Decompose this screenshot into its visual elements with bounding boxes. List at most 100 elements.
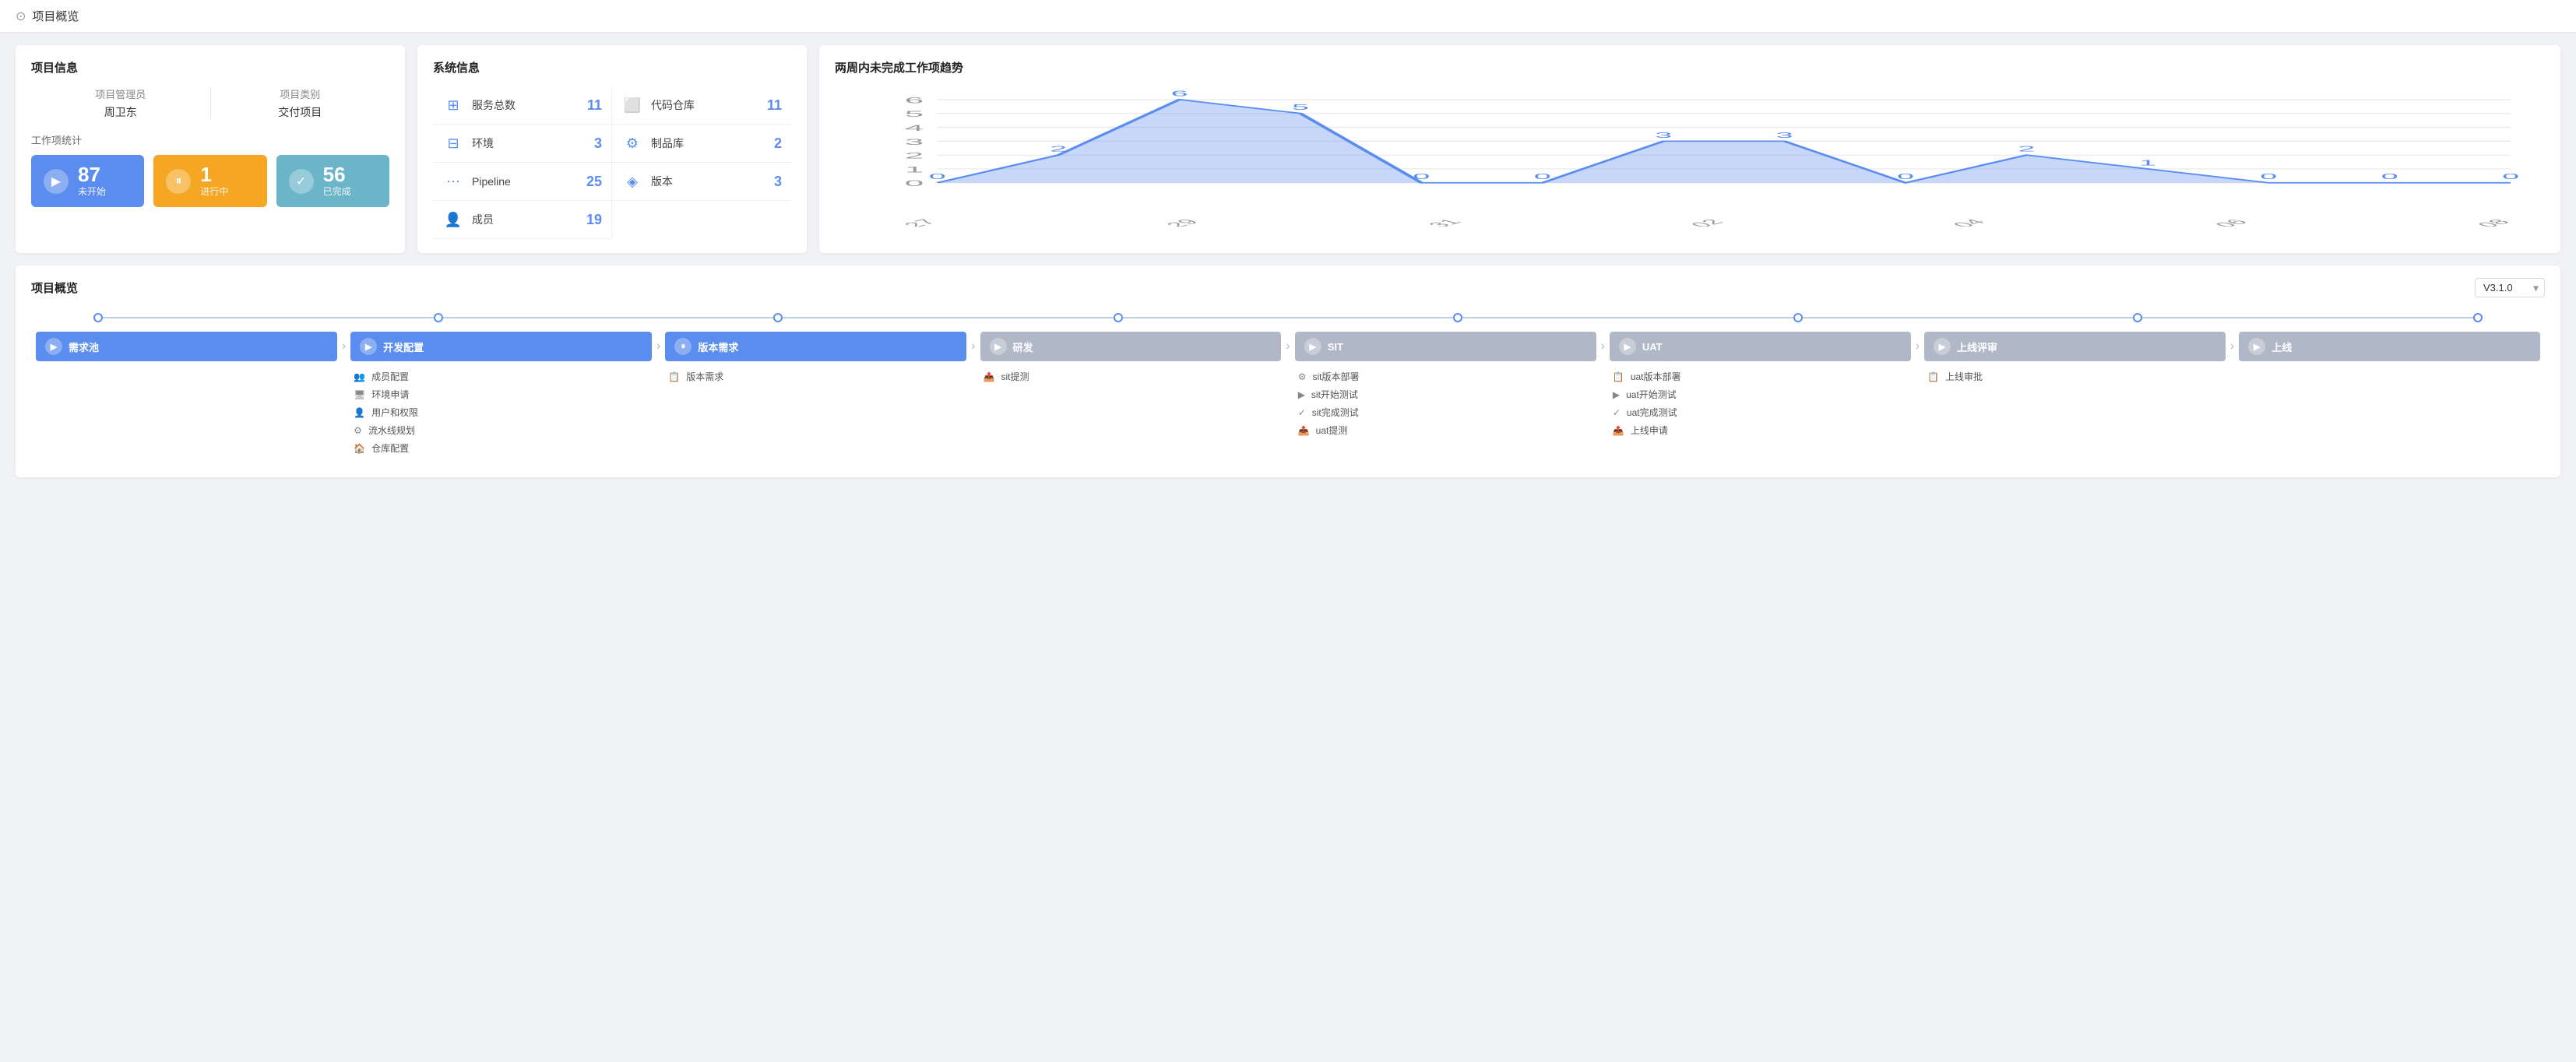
manager-value: 周卫东: [31, 104, 210, 120]
dot-line-1: [443, 317, 774, 318]
sys-label-0: 服务总数: [472, 97, 579, 113]
task-icon-uat-2: ✓: [1613, 407, 1621, 418]
manager-label: 项目管理员: [31, 86, 210, 101]
stage-review: ▶上线评审 📋上线审批: [1920, 332, 2230, 385]
task-text-dev-config-4: 仓库配置: [371, 441, 409, 455]
task-text-dev-config-1: 环境申请: [371, 388, 409, 401]
stage-header-requirements[interactable]: ▶需求池: [36, 332, 337, 361]
task-text-sit-2: sit完成测试: [1312, 406, 1359, 419]
stage-icon-dev-config: ▶: [360, 338, 377, 355]
task-text-dev-0: sit提测: [1001, 370, 1029, 383]
dot-dev-config: [434, 313, 443, 322]
stat-box-未开始: ▶ 87 未开始: [31, 155, 144, 207]
task-sit-3: 📤uat提测: [1298, 421, 1593, 439]
task-icon-uat-0: 📋: [1613, 371, 1624, 382]
task-list-uat: 📋uat版本部署▶uat开始测试✓uat完成测试📤上线申请: [1613, 367, 1908, 439]
dot-dev: [1114, 313, 1123, 322]
stage-name-release: 上线: [2272, 339, 2292, 354]
sys-label-2: 环境: [472, 135, 586, 151]
sys-value-6: 19: [586, 212, 602, 228]
stat-icon-2: ✓: [289, 169, 314, 194]
task-list-version-req: 📋 版本需求: [668, 367, 963, 385]
version-select[interactable]: V3.1.0: [2475, 278, 2545, 297]
stage-header-version-req[interactable]: ⏸版本需求: [665, 332, 966, 361]
work-stats-title: 工作项统计: [31, 132, 389, 147]
sys-value-5: 3: [774, 174, 782, 190]
task-review-0: 📋上线审批: [1927, 367, 2222, 385]
stage-header-review[interactable]: ▶上线评审: [1924, 332, 2226, 361]
stage-name-dev: 研发: [1013, 339, 1033, 354]
stat-box-进行中: ⏸ 1 进行中: [153, 155, 266, 207]
task-text-dev-config-0: 成员配置: [371, 370, 409, 383]
stage-header-sit[interactable]: ▶SIT: [1295, 332, 1596, 361]
task-text-version-req-0: 版本需求: [686, 370, 723, 383]
stage-header-dev-config[interactable]: ▶开发配置: [350, 332, 652, 361]
stage-icon-requirements: ▶: [45, 338, 62, 355]
task-uat-2: ✓uat完成测试: [1613, 403, 1908, 421]
stage-header-release[interactable]: ▶上线: [2239, 332, 2540, 361]
task-sit-2: ✓ sit完成测试: [1298, 403, 1593, 421]
dot-line-3: [1123, 317, 1454, 318]
task-icon-uat-1: ▶: [1613, 389, 1620, 400]
page-title: 项目概览: [32, 8, 79, 24]
task-icon-dev-config-0: 👥: [354, 371, 365, 382]
dot-line-5: [1803, 317, 2134, 318]
stage-version-req: ⏸版本需求 📋 版本需求: [660, 332, 971, 385]
task-list-dev: 📤 sit提测: [984, 367, 1279, 385]
stage-header-uat[interactable]: ▶UAT: [1610, 332, 1911, 361]
header-icon: ⊙: [16, 9, 26, 24]
stat-label-1: 进行中: [200, 185, 228, 198]
svg-text:0: 0: [1534, 172, 1551, 181]
type-value: 交付项目: [211, 104, 390, 120]
task-text-sit-3: uat提测: [1316, 424, 1348, 437]
svg-text:2020-05-27: 2020-05-27: [835, 218, 942, 227]
dot-version-req: [773, 313, 783, 322]
task-uat-3: 📤上线申请: [1613, 421, 1908, 439]
chart-card: 两周内未完成工作项趋势 0123456026500330210002020-05…: [819, 45, 2560, 253]
stage-header-dev[interactable]: ▶ 研发: [980, 332, 1282, 361]
task-text-sit-0: sit版本部署: [1312, 370, 1359, 383]
stage-dev-config: ▶开发配置👥成员配置🖥环境申请👤用户和权限⚙流水线规划🏠仓库配置: [346, 332, 656, 457]
task-text-sit-1: sit开始测试: [1311, 388, 1358, 401]
task-text-dev-config-3: 流水线规划: [368, 424, 415, 437]
svg-text:0: 0: [2502, 172, 2519, 181]
sys-value-3: 2: [774, 135, 782, 152]
stage-name-sit: SIT: [1328, 341, 1343, 353]
task-icon-sit-0: ⚙: [1298, 371, 1307, 382]
task-icon-sit-2: ✓: [1298, 407, 1306, 418]
svg-text:1: 1: [905, 164, 924, 174]
task-sit-0: ⚙ sit版本部署: [1298, 367, 1593, 385]
page-header: ⊙ 项目概览: [0, 0, 2576, 33]
svg-text:2020-05-31: 2020-05-31: [1346, 218, 1466, 227]
task-text-review-0: 上线审批: [1945, 370, 1983, 383]
project-info-title: 项目信息: [31, 59, 389, 76]
task-icon-dev-config-3: ⚙: [354, 425, 362, 436]
task-icon-dev-config-4: 🏠: [354, 443, 365, 454]
task-text-dev-config-2: 用户和权限: [371, 406, 418, 419]
sys-label-4: Pipeline: [472, 175, 579, 188]
sys-label-5: 版本: [651, 174, 766, 189]
task-list-sit: ⚙sit版本部署▶sit开始测试✓sit完成测试📤uat提测: [1298, 367, 1593, 439]
dot-line-6: [2142, 317, 2473, 318]
svg-text:4: 4: [905, 123, 924, 133]
chart-title: 两周内未完成工作项趋势: [835, 59, 2545, 76]
stage-icon-uat: ▶: [1619, 338, 1636, 355]
sys-icon-1: ⬜: [621, 94, 643, 116]
task-uat-0: 📋uat版本部署: [1613, 367, 1908, 385]
svg-text:2020-06-08: 2020-06-08: [2395, 218, 2515, 227]
sys-item-版本: ◈ 版本 3: [612, 163, 791, 201]
stage-icon-dev: ▶: [990, 338, 1007, 355]
type-label: 项目类别: [211, 86, 390, 101]
task-icon-dev-0: 📤: [984, 371, 995, 382]
svg-text:2: 2: [2018, 145, 2035, 153]
dots-row: [31, 313, 2545, 322]
svg-text:0: 0: [905, 178, 924, 188]
task-uat-1: ▶uat开始测试: [1613, 385, 1908, 403]
svg-text:2020-06-06: 2020-06-06: [2133, 218, 2253, 227]
task-icon-version-req-0: 📋: [668, 371, 680, 382]
dot-line-0: [103, 317, 434, 318]
task-version-req-0: 📋 版本需求: [668, 367, 963, 385]
svg-text:5: 5: [1292, 103, 1309, 111]
sys-item-制品库: ⚙ 制品库 2: [612, 125, 791, 163]
svg-text:0: 0: [929, 172, 946, 181]
